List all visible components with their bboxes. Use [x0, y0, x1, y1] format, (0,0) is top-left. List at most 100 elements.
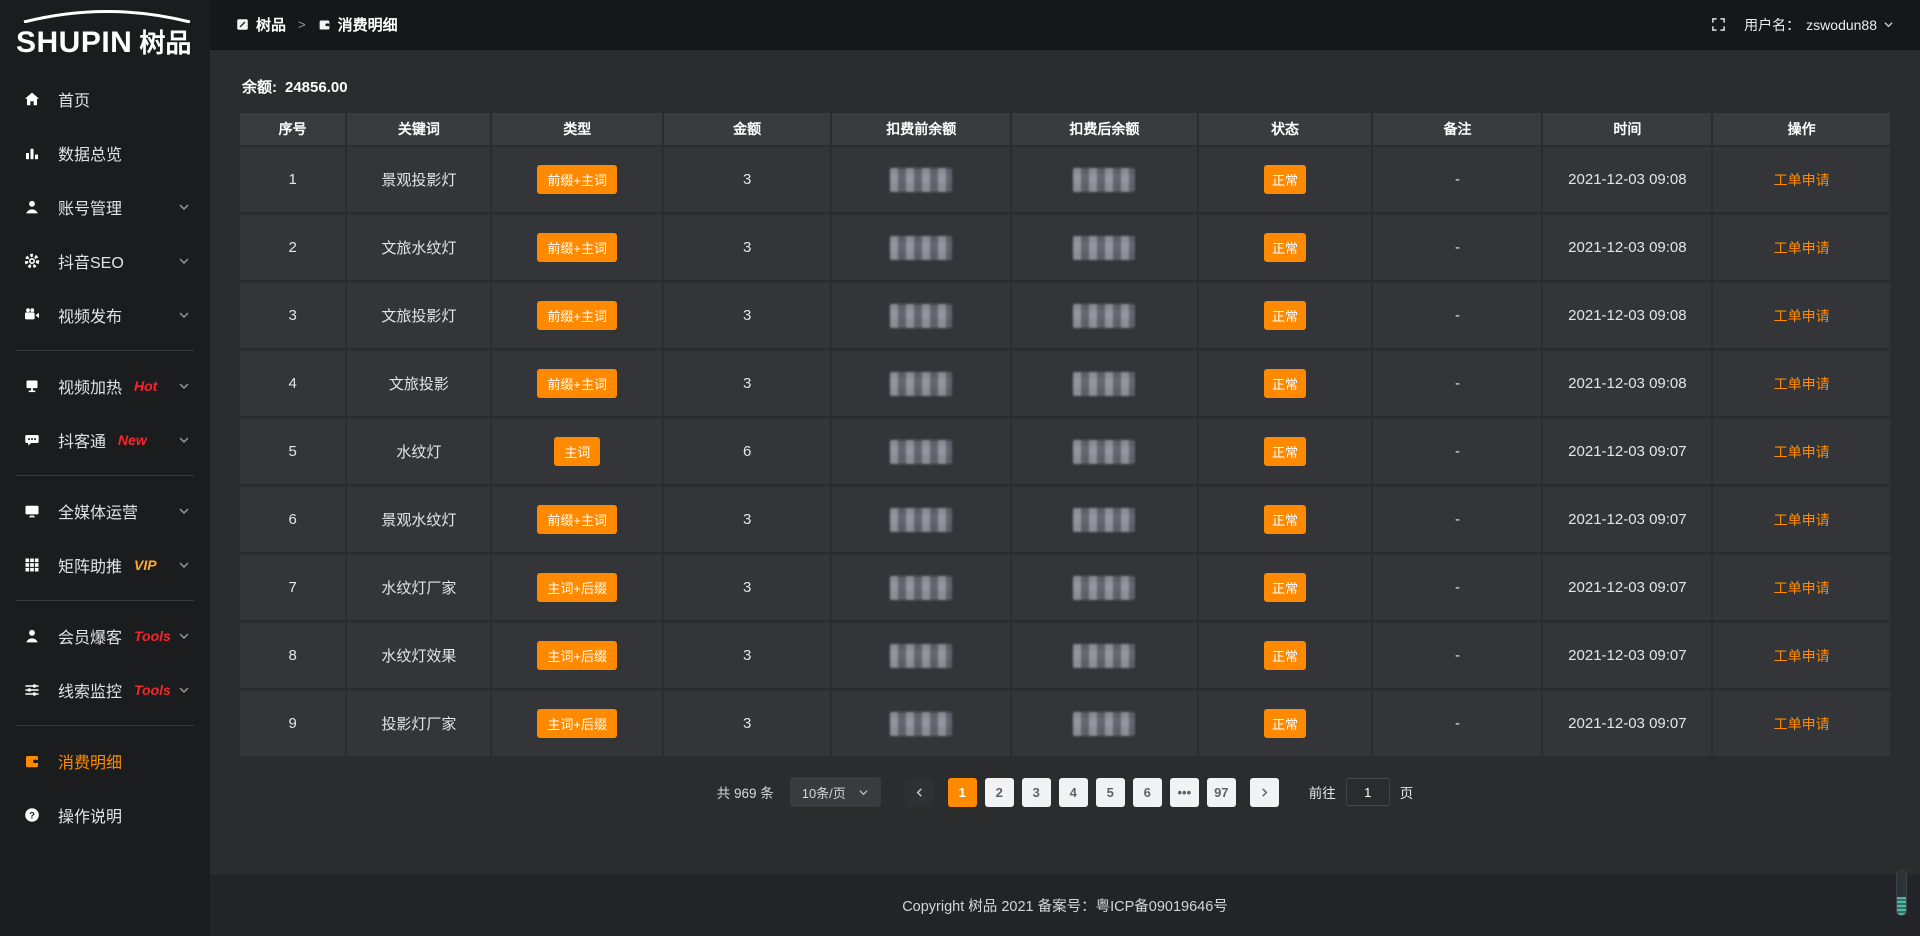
cell-time: 2021-12-03 09:07	[1543, 419, 1713, 487]
logo-text-cn: 树品	[139, 23, 191, 60]
page-size-select[interactable]: 10条/页	[790, 777, 881, 807]
sidebar-item-label: 操作说明	[58, 803, 122, 827]
breadcrumb-item-consumption[interactable]: 消费明细	[318, 14, 398, 35]
breadcrumb-label: 树品	[256, 14, 286, 35]
sidebar-item-video-heat[interactable]: 视频加热 Hot	[0, 359, 210, 413]
video-camera-icon	[24, 307, 44, 323]
cell-time: 2021-12-03 09:07	[1543, 691, 1713, 759]
sidebar-item-instructions[interactable]: ? 操作说明	[0, 788, 210, 842]
cell-keyword: 水纹灯厂家	[347, 555, 492, 623]
sidebar-item-account[interactable]: 账号管理	[0, 180, 210, 234]
table-row: 4 文旅投影 前缀+主词 3 正常 - 2021-12-03 09:08 工单申…	[240, 351, 1890, 419]
sidebar-item-consumption-detail[interactable]: 消费明细	[0, 734, 210, 788]
user-menu[interactable]: 用户名：zswodun88	[1744, 15, 1894, 35]
page-ellipsis-button[interactable]: •••	[1170, 778, 1199, 807]
cell-type: 前缀+主词	[492, 283, 664, 351]
type-badge: 主词+后缀	[537, 709, 617, 738]
sidebar-item-home[interactable]: 首页	[0, 72, 210, 126]
page-button-5[interactable]: 5	[1096, 778, 1125, 807]
sidebar-item-label: 视频发布	[58, 303, 122, 327]
work-order-link[interactable]: 工单申请	[1774, 580, 1830, 596]
page-button-1[interactable]: 1	[948, 778, 977, 807]
work-order-link[interactable]: 工单申请	[1774, 240, 1830, 256]
page-button-3[interactable]: 3	[1022, 778, 1051, 807]
work-order-link[interactable]: 工单申请	[1774, 444, 1830, 460]
goto-label: 前往	[1309, 782, 1336, 802]
cell-remark: -	[1373, 419, 1543, 487]
censored-balance-before	[890, 236, 952, 260]
cell-type: 前缀+主词	[492, 351, 664, 419]
cell-action: 工单申请	[1713, 691, 1890, 759]
cell-index: 5	[240, 419, 347, 487]
grid-icon	[24, 557, 44, 573]
cell-action: 工单申请	[1713, 147, 1890, 215]
page-button-2[interactable]: 2	[985, 778, 1014, 807]
cell-remark: -	[1373, 351, 1543, 419]
prev-page-button[interactable]	[905, 778, 934, 807]
next-page-button[interactable]	[1250, 778, 1279, 807]
cell-balance-after	[1012, 691, 1198, 759]
censored-balance-before	[890, 508, 952, 532]
cell-balance-before	[832, 215, 1012, 283]
cell-amount: 3	[664, 147, 832, 215]
sidebar-item-member-burst[interactable]: 会员爆客 Tools	[0, 609, 210, 663]
sidebar-item-label: 矩阵助推	[58, 553, 122, 577]
status-badge: 正常	[1264, 301, 1306, 330]
page-button-4[interactable]: 4	[1059, 778, 1088, 807]
cell-amount: 3	[664, 351, 832, 419]
fullscreen-icon[interactable]	[1711, 17, 1726, 32]
work-order-link[interactable]: 工单申请	[1774, 172, 1830, 188]
censored-balance-before	[890, 168, 952, 192]
chevron-down-icon	[178, 380, 190, 392]
breadcrumb-item-site[interactable]: 树品	[236, 14, 286, 35]
page-button-6[interactable]: 6	[1133, 778, 1162, 807]
breadcrumb-separator: >	[298, 17, 306, 32]
work-order-link[interactable]: 工单申请	[1774, 376, 1830, 392]
sidebar-divider	[16, 350, 194, 351]
sidebar-item-matrix-boost[interactable]: 矩阵助推 VIP	[0, 538, 210, 592]
work-order-link[interactable]: 工单申请	[1774, 648, 1830, 664]
work-order-link[interactable]: 工单申请	[1774, 308, 1830, 324]
sidebar-item-douyin-seo[interactable]: 抖音SEO	[0, 234, 210, 288]
page-button-97[interactable]: 97	[1207, 778, 1236, 807]
cell-remark: -	[1373, 623, 1543, 691]
cell-status: 正常	[1199, 691, 1374, 759]
cell-type: 主词	[492, 419, 664, 487]
censored-balance-before	[890, 712, 952, 736]
col-header-type: 类型	[492, 113, 664, 147]
tools-tag: Tools	[134, 682, 171, 698]
col-header-balance-before: 扣费前余额	[832, 113, 1012, 147]
sidebar-item-label: 首页	[58, 87, 90, 111]
censored-balance-after	[1073, 644, 1135, 668]
work-order-link[interactable]: 工单申请	[1774, 512, 1830, 528]
table-row: 6 景观水纹灯 前缀+主词 3 正常 - 2021-12-03 09:07 工单…	[240, 487, 1890, 555]
cell-balance-after	[1012, 623, 1198, 691]
cell-balance-after	[1012, 419, 1198, 487]
sidebar-item-label: 抖音SEO	[58, 249, 124, 273]
cell-index: 8	[240, 623, 347, 691]
sidebar-item-lead-monitor[interactable]: 线索监控 Tools	[0, 663, 210, 717]
cell-balance-after	[1012, 283, 1198, 351]
cell-balance-before	[832, 419, 1012, 487]
censored-balance-after	[1073, 440, 1135, 464]
table-row: 1 景观投影灯 前缀+主词 3 正常 - 2021-12-03 09:08 工单…	[240, 147, 1890, 215]
cell-balance-after	[1012, 215, 1198, 283]
sidebar-item-media-operation[interactable]: 全媒体运营	[0, 484, 210, 538]
question-icon: ?	[24, 807, 44, 823]
work-order-link[interactable]: 工单申请	[1774, 716, 1830, 732]
goto-page-input[interactable]	[1346, 778, 1390, 806]
status-badge: 正常	[1264, 505, 1306, 534]
sidebar-item-douketong[interactable]: 抖客通 New	[0, 413, 210, 467]
censored-balance-after	[1073, 236, 1135, 260]
sidebar-item-video-publish[interactable]: 视频发布	[0, 288, 210, 342]
username-value: zswodun88	[1806, 17, 1877, 33]
cell-time: 2021-12-03 09:08	[1543, 215, 1713, 283]
sidebar-item-data-overview[interactable]: 数据总览	[0, 126, 210, 180]
censored-balance-before	[890, 576, 952, 600]
censored-balance-after	[1073, 712, 1135, 736]
sidebar-item-label: 视频加热	[58, 374, 122, 398]
cell-balance-before	[832, 351, 1012, 419]
scroll-widget[interactable]	[1896, 870, 1907, 916]
cell-balance-before	[832, 283, 1012, 351]
cell-status: 正常	[1199, 215, 1374, 283]
